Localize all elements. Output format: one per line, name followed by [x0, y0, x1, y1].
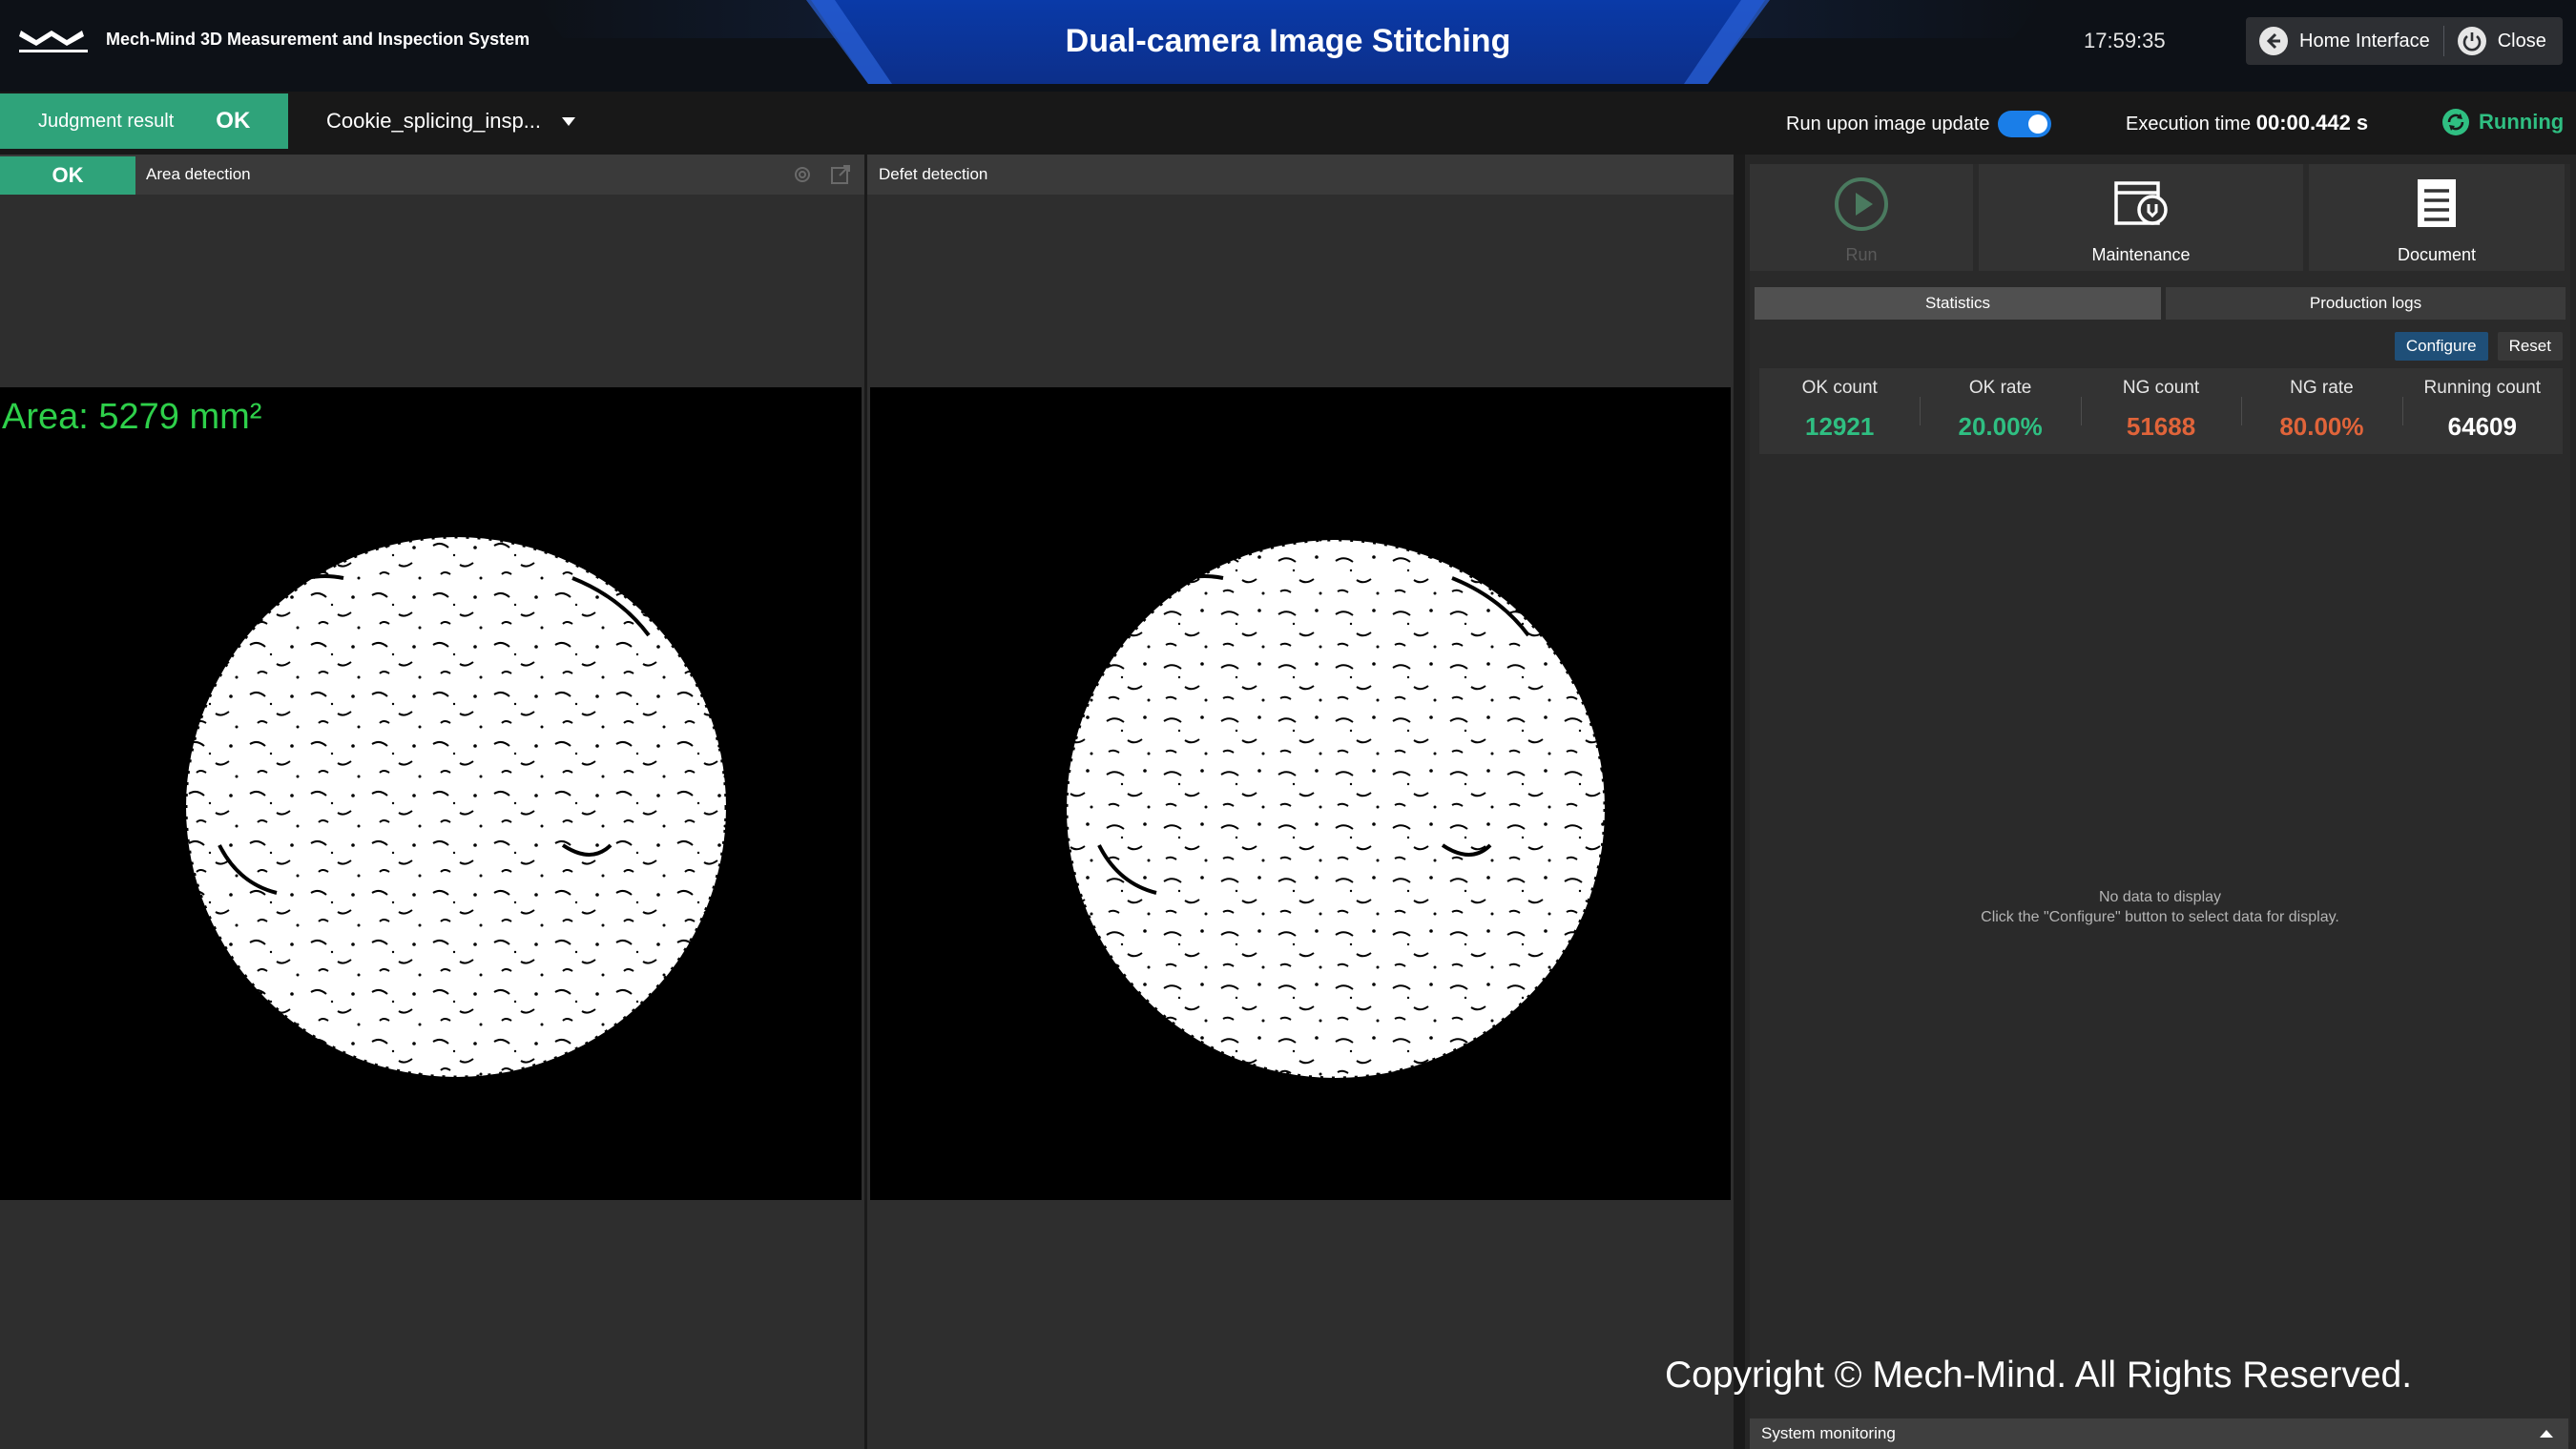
system-monitoring-bar[interactable]: System monitoring [1750, 1418, 2568, 1449]
execution-time: Execution time 00:00.442 s [2126, 111, 2368, 135]
run-upon-update-label: Run upon image update [1786, 113, 1990, 135]
configure-button[interactable]: Configure [2394, 332, 2488, 361]
cookie-binary-image [184, 535, 728, 1079]
control-side-panel: Run Maintenance Document Statistics Prod… [1745, 155, 2576, 1449]
empty-state-hint: Click the "Configure" button to select d… [1981, 909, 2339, 925]
cookie-binary-image [1065, 538, 1607, 1080]
refresh-status-icon [2442, 109, 2469, 135]
stat-label: NG count [2122, 378, 2200, 398]
document-button-label: Document [2397, 245, 2477, 264]
chevron-up-icon [2540, 1430, 2553, 1438]
judgment-result: Judgment result OK [0, 93, 288, 149]
settings-icon[interactable] [792, 164, 813, 185]
action-buttons: Run Maintenance Document [1750, 164, 2570, 271]
judgment-result-label: Judgment result [38, 110, 175, 132]
copyright-watermark: Copyright © Mech-Mind. All Rights Reserv… [1665, 1355, 2413, 1396]
system-monitoring-label: System monitoring [1761, 1424, 1896, 1442]
stat-value: 64609 [2447, 412, 2517, 441]
empty-state-message: No data to display Click the "Configure"… [1750, 887, 2570, 927]
mech-mind-logo [19, 31, 88, 52]
area-detection-title: Area detection [146, 165, 251, 183]
maintenance-button-label: Maintenance [2091, 245, 2191, 264]
document-icon [2418, 179, 2456, 227]
system-name: Mech-Mind 3D Measurement and Inspection … [106, 30, 530, 49]
maintenance-icon [2114, 181, 2168, 225]
defect-detection-title: Defet detection [879, 165, 988, 183]
toggle-knob [2027, 114, 2047, 134]
open-external-icon[interactable] [830, 164, 851, 185]
stat-value: 20.00% [1958, 412, 2043, 441]
running-status-label: Running [2479, 110, 2565, 134]
defect-detection-image [870, 387, 1731, 1200]
home-interface-button[interactable]: Home Interface [2246, 17, 2443, 65]
stat-value: 12921 [1805, 412, 1875, 441]
stat-label: OK count [1801, 378, 1878, 398]
tab-production-logs[interactable]: Production logs [2166, 287, 2566, 320]
close-button[interactable]: Close [2444, 17, 2560, 65]
document-button[interactable]: Document [2309, 164, 2565, 271]
execution-time-label: Execution time [2126, 114, 2252, 135]
execution-time-value: 00:00.442 s [2255, 111, 2369, 135]
run-button[interactable]: Run [1750, 164, 1973, 271]
area-detection-panel: OK Area detection Area: 5279 mm² [0, 155, 864, 1449]
title-bar: Mech-Mind 3D Measurement and Inspection … [0, 0, 2576, 92]
stat-ng-rate: NG rate 80.00% [2241, 368, 2401, 454]
side-tabs: Statistics Production logs [1755, 287, 2566, 320]
project-select[interactable]: Cookie_splicing_insp... [326, 109, 576, 134]
top-button-group: Home Interface Close [2246, 17, 2563, 65]
judgment-result-value: OK [216, 108, 251, 134]
stat-ok-count: OK count 12921 [1759, 368, 1920, 454]
stat-label: OK rate [1968, 378, 2032, 398]
defect-detection-panel: Defet detection [867, 155, 1734, 1449]
stat-ok-rate: OK rate 20.00% [1920, 368, 2080, 454]
panel-divider [1734, 155, 1745, 1449]
home-interface-label: Home Interface [2299, 30, 2430, 52]
reset-button[interactable]: Reset [2497, 332, 2563, 361]
area-detection-result-badge: OK [0, 156, 135, 195]
running-status: Running [2441, 107, 2564, 137]
power-icon [2457, 27, 2486, 55]
area-measurement-label: Area: 5279 mm² [2, 397, 262, 437]
defect-detection-header: Defet detection [867, 155, 1734, 195]
stat-value: 51688 [2126, 412, 2196, 441]
clock: 17:59:35 [2084, 29, 2166, 52]
stat-running-count: Running count 64609 [2401, 368, 2563, 454]
stat-label: NG rate [2290, 378, 2354, 398]
tab-statistics[interactable]: Statistics [1755, 287, 2161, 320]
page-title: Dual-camera Image Stitching [1065, 23, 1511, 59]
stat-value: 80.00% [2279, 412, 2364, 441]
empty-state-title: No data to display [2098, 889, 2222, 905]
run-upon-update: Run upon image update [1786, 111, 2051, 137]
statistics-actions: Configure Reset [2385, 332, 2563, 361]
project-name: Cookie_splicing_insp... [326, 109, 542, 133]
toolbar: Judgment result OK Cookie_splicing_insp.… [0, 92, 2576, 155]
control-panel-body: Run Maintenance Document Statistics Prod… [1750, 164, 2570, 1442]
run-upon-update-toggle[interactable] [1997, 111, 2051, 137]
stat-ng-count: NG count 51688 [2080, 368, 2241, 454]
maintenance-button[interactable]: Maintenance [1979, 164, 2303, 271]
play-icon [1835, 177, 1888, 231]
back-arrow-icon [2259, 27, 2288, 55]
run-button-label: Run [1845, 245, 1878, 264]
chevron-down-icon [562, 116, 576, 126]
statistics-summary: OK count 12921 OK rate 20.00% NG count 5… [1759, 368, 2563, 454]
area-detection-image: Area: 5279 mm² [0, 387, 862, 1200]
area-detection-header: OK Area detection [0, 155, 864, 195]
close-label: Close [2497, 30, 2546, 52]
stat-label: Running count [2423, 378, 2542, 398]
